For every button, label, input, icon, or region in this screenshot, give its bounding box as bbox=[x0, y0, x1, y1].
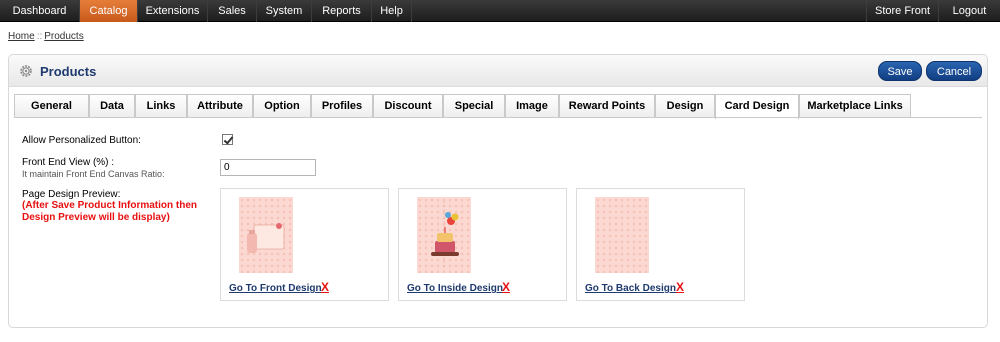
back-design-remove[interactable]: X bbox=[676, 280, 684, 294]
top-nav: Dashboard Catalog Extensions Sales Syste… bbox=[0, 0, 1000, 22]
tab-attribute[interactable]: Attribute bbox=[187, 94, 253, 118]
front-design-card: Go To Front Design X bbox=[220, 188, 389, 301]
tab-general[interactable]: General bbox=[14, 94, 89, 118]
front-view-label: Front End View (%) : bbox=[22, 157, 115, 168]
back-design-card: Go To Back Design X bbox=[576, 188, 745, 301]
tab-card-design[interactable]: Card Design bbox=[715, 94, 799, 119]
nav-store-front[interactable]: Store Front bbox=[866, 0, 938, 22]
tab-data[interactable]: Data bbox=[89, 94, 135, 118]
front-design-link[interactable]: Go To Front Design bbox=[229, 283, 322, 294]
back-design-thumbnail[interactable] bbox=[595, 197, 649, 273]
inside-design-image bbox=[431, 201, 459, 269]
tab-links[interactable]: Links bbox=[135, 94, 187, 118]
nav-extensions[interactable]: Extensions bbox=[138, 0, 208, 22]
personalized-label: Allow Personalized Button: bbox=[22, 135, 141, 146]
tab-image[interactable]: Image bbox=[505, 94, 559, 118]
tabs-divider bbox=[14, 117, 982, 118]
nav-system[interactable]: System bbox=[257, 0, 312, 22]
back-design-link[interactable]: Go To Back Design bbox=[585, 283, 676, 294]
breadcrumb-separator: :: bbox=[36, 31, 43, 42]
breadcrumb-home[interactable]: Home bbox=[8, 31, 35, 42]
nav-catalog[interactable]: Catalog bbox=[80, 0, 138, 22]
front-view-sublabel: It maintain Front End Canvas Ratio: bbox=[22, 169, 165, 179]
tab-discount[interactable]: Discount bbox=[373, 94, 443, 118]
tab-special[interactable]: Special bbox=[443, 94, 505, 118]
front-design-image bbox=[247, 223, 285, 253]
preview-label: Page Design Preview: bbox=[22, 189, 121, 200]
breadcrumb: Home:: Products bbox=[8, 31, 84, 42]
nav-reports[interactable]: Reports bbox=[312, 0, 372, 22]
tab-option[interactable]: Option bbox=[253, 94, 311, 118]
inside-design-card: Go To Inside Design X bbox=[398, 188, 567, 301]
breadcrumb-products[interactable]: Products bbox=[44, 31, 83, 42]
front-design-thumbnail[interactable] bbox=[239, 197, 293, 273]
inside-design-link[interactable]: Go To Inside Design bbox=[407, 283, 503, 294]
front-design-remove[interactable]: X bbox=[321, 280, 329, 294]
inside-design-thumbnail[interactable] bbox=[417, 197, 471, 273]
save-button[interactable]: Save bbox=[878, 61, 922, 81]
cancel-button[interactable]: Cancel bbox=[926, 61, 982, 81]
panel-header: Products Save Cancel bbox=[9, 55, 987, 87]
personalized-checkbox[interactable] bbox=[222, 134, 233, 145]
nav-logout[interactable]: Logout bbox=[938, 0, 1000, 22]
nav-sales[interactable]: Sales bbox=[208, 0, 257, 22]
inside-design-remove[interactable]: X bbox=[502, 280, 510, 294]
tab-profiles[interactable]: Profiles bbox=[311, 94, 373, 118]
preview-note: (After Save Product Information then Des… bbox=[22, 200, 198, 223]
tab-reward-points[interactable]: Reward Points bbox=[559, 94, 655, 118]
front-view-input[interactable] bbox=[220, 159, 316, 176]
page-title: Products bbox=[40, 64, 97, 79]
tab-marketplace-links[interactable]: Marketplace Links bbox=[799, 94, 911, 118]
tab-design[interactable]: Design bbox=[655, 94, 715, 118]
nav-dashboard[interactable]: Dashboard bbox=[0, 0, 80, 22]
nav-help[interactable]: Help bbox=[372, 0, 412, 22]
gear-icon bbox=[20, 65, 32, 77]
